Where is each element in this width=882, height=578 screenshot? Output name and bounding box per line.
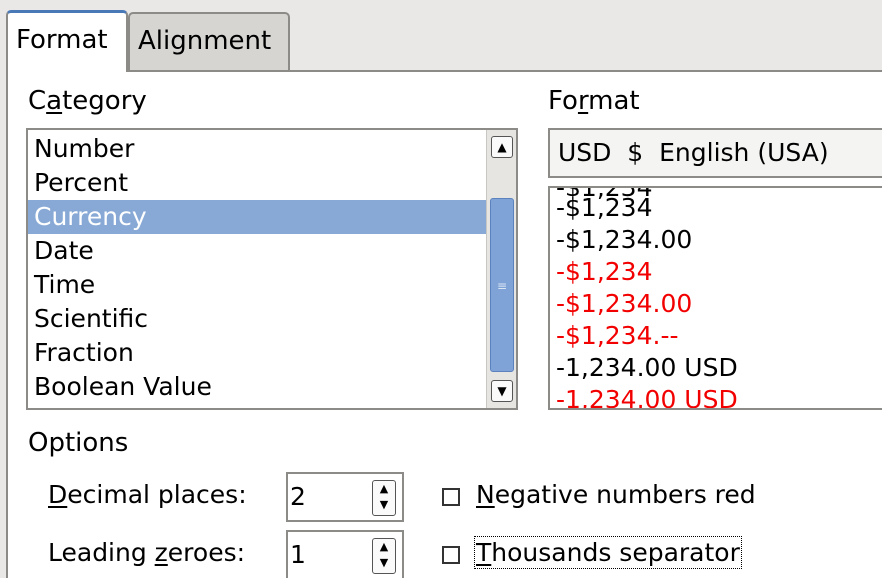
chevron-up-icon[interactable]: ▲ [491,136,513,158]
format-item[interactable]: -$1,234 [556,256,653,288]
decimal-places-value[interactable]: 2 [290,474,306,520]
decimal-places-spinbox[interactable]: 2 ▲ ▼ [286,472,404,522]
spin-arrows-icon[interactable]: ▲ ▼ [372,538,396,574]
tab-format[interactable]: Format [6,10,128,72]
leading-zeroes-spinbox[interactable]: 1 ▲ ▼ [286,530,404,578]
leading-zeroes-value[interactable]: 1 [290,532,306,578]
format-heading: Format [548,86,640,116]
negative-red-label[interactable]: Negative numbers red [476,480,756,509]
category-heading: Category [28,86,147,116]
negative-red-checkbox[interactable] [442,488,460,506]
format-item[interactable]: -1,234.00 USD [556,384,738,408]
category-item-date[interactable]: Date [28,234,486,268]
thousands-separator-label[interactable]: Thousands separator [474,536,742,569]
category-item-currency[interactable]: Currency [28,200,486,234]
chevron-down-icon[interactable]: ▼ [491,380,513,402]
category-item-time[interactable]: Time [28,268,486,302]
format-item[interactable]: -$1,234.00 [556,288,692,320]
format-list[interactable]: -$1,234 -$1,234 -$1,234.00 -$1,234 -$1,2… [548,186,882,410]
format-item[interactable]: -$1,234.-- [556,320,679,352]
category-item-fraction[interactable]: Fraction [28,336,486,370]
tab-alignment-label: Alignment [138,26,272,56]
leading-zeroes-label: Leading zeroes: [48,538,246,567]
format-item[interactable]: -$1,234 [556,192,653,224]
tab-alignment[interactable]: Alignment [128,12,290,70]
format-item[interactable]: -$1,234.00 [556,224,692,256]
category-item-number[interactable]: Number [28,132,486,166]
category-item-boolean-value[interactable]: Boolean Value [28,370,486,404]
tab-format-label: Format [16,25,108,55]
currency-dropdown[interactable]: USD $ English (USA) [548,128,882,178]
category-item-scientific[interactable]: Scientific [28,302,486,336]
spin-arrows-icon[interactable]: ▲ ▼ [372,480,396,516]
format-item[interactable]: -1,234.00 USD [556,352,738,384]
thousands-separator-checkbox[interactable] [442,546,460,564]
tab-strip: Format Alignment [0,0,882,72]
scroll-thumb[interactable]: ≡ [490,198,514,372]
category-item-percent[interactable]: Percent [28,166,486,200]
options-heading: Options [28,428,129,458]
category-scrollbar[interactable]: ▲ ≡ ▼ [486,130,516,408]
category-list[interactable]: Number Percent Currency Date Time Scient… [26,128,518,410]
decimal-places-label: Decimal places: [48,480,247,509]
